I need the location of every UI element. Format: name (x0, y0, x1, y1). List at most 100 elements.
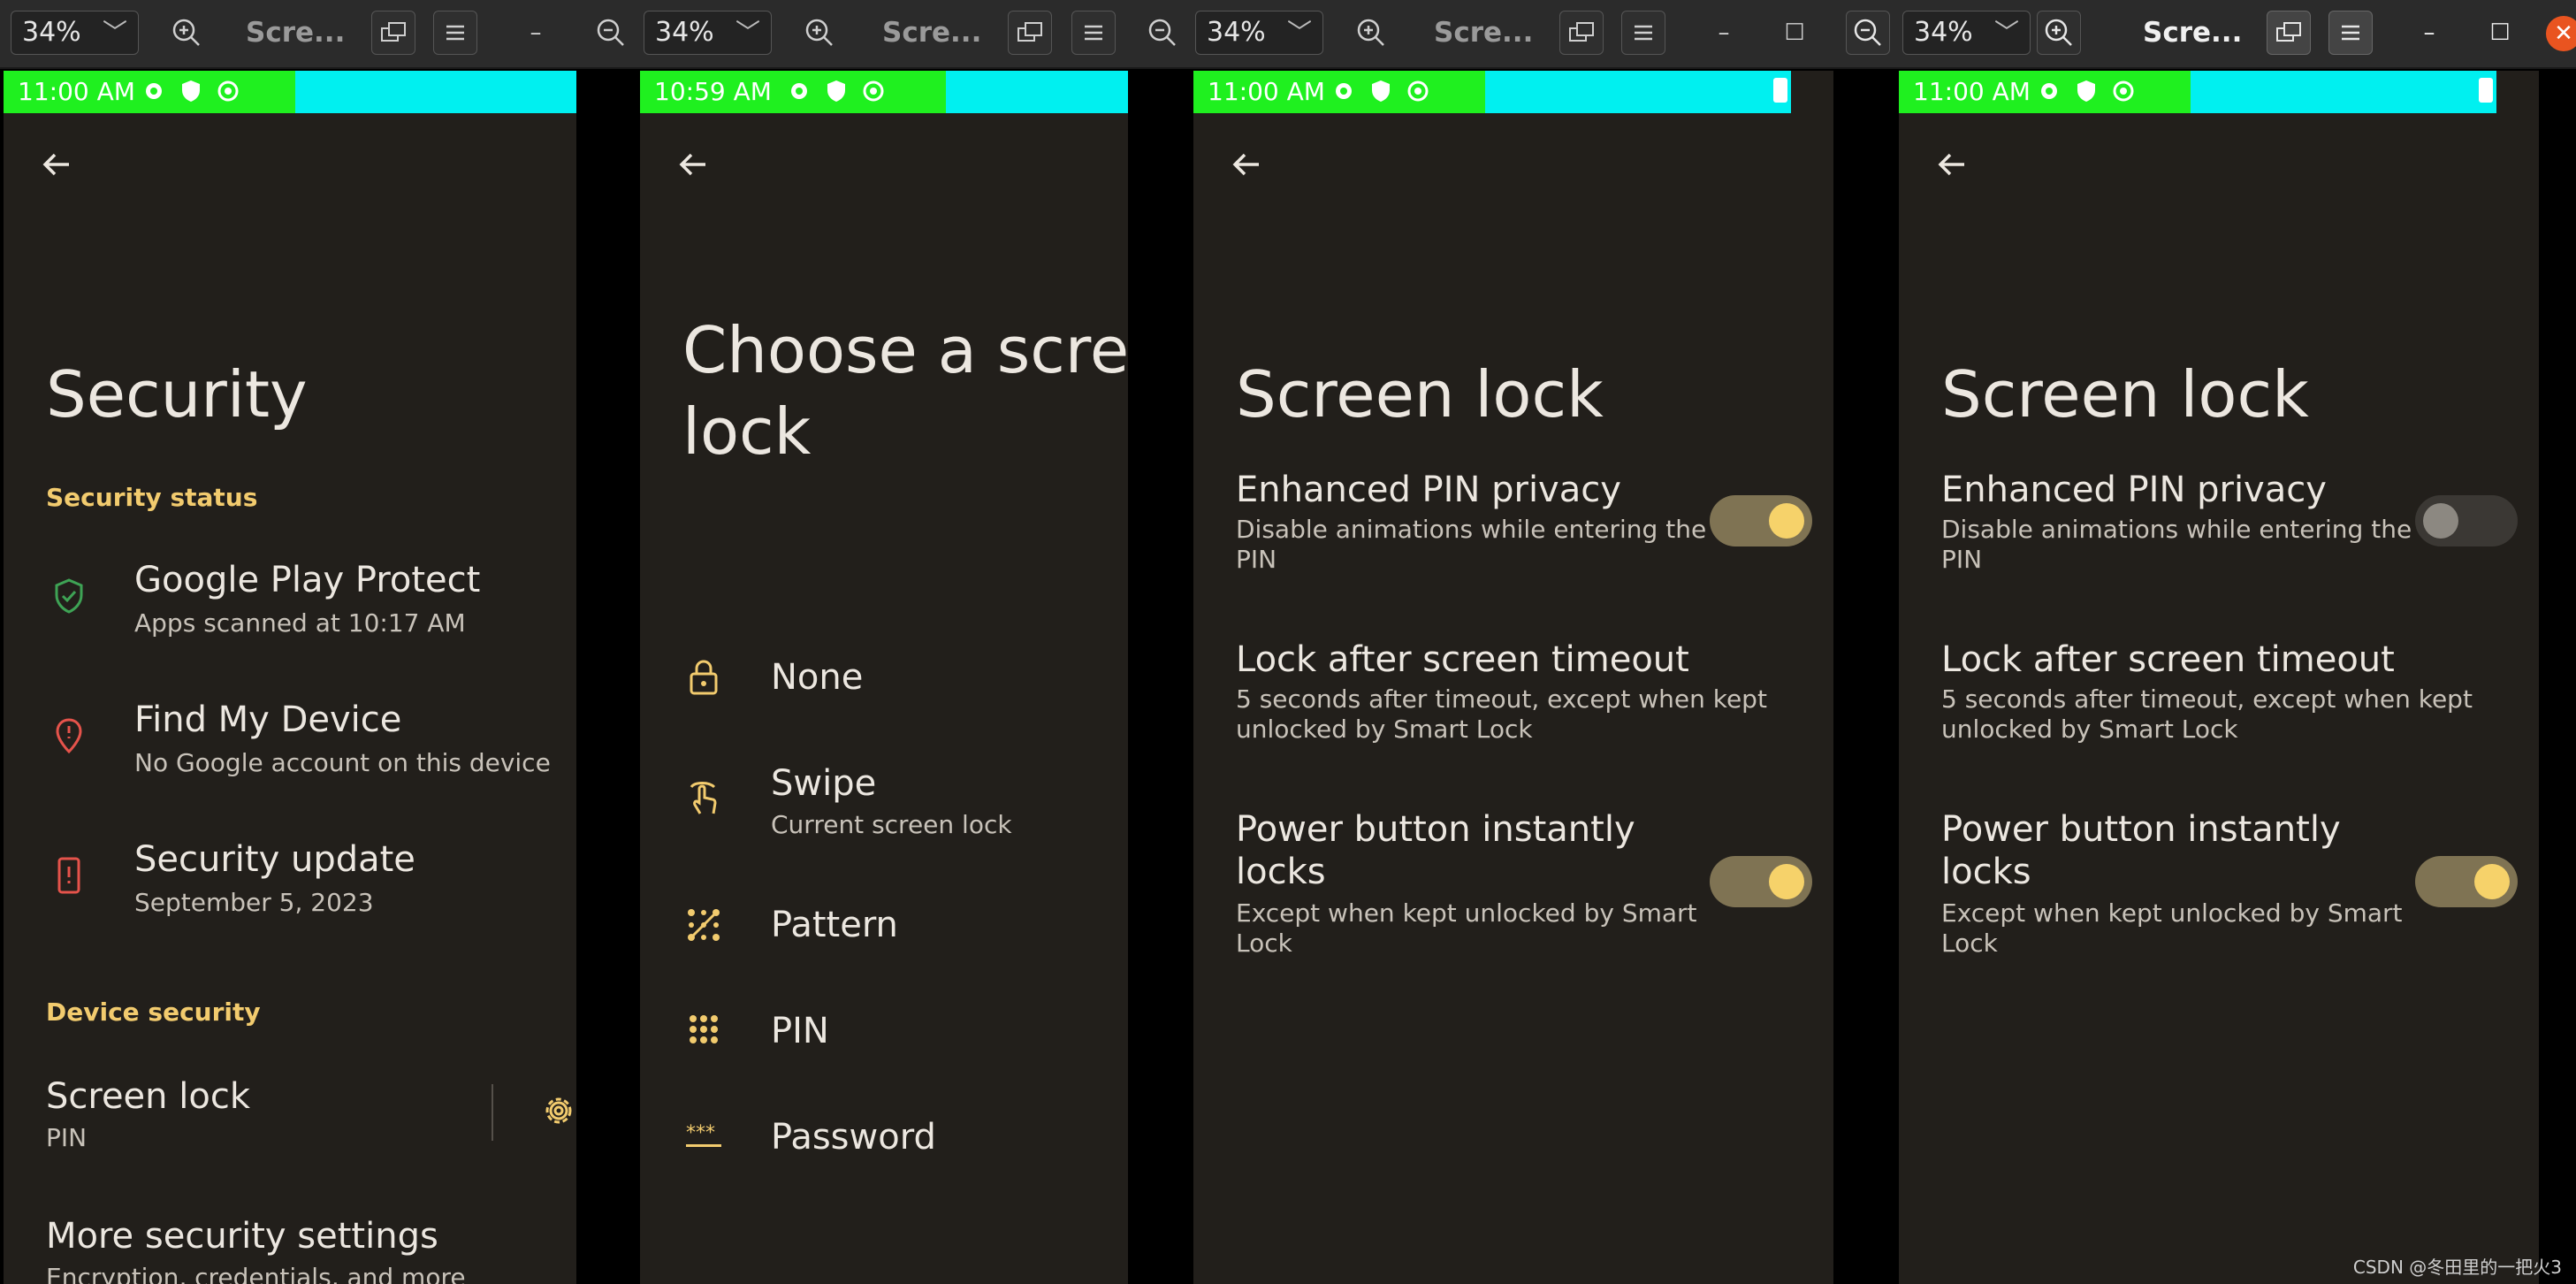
back-arrow-icon[interactable] (1229, 147, 1264, 182)
item-subtitle: PIN (46, 1123, 88, 1152)
hamburger-icon (446, 25, 464, 41)
window-title: Scre... (246, 17, 346, 49)
setting-title-line-1: Power button instantly (1236, 809, 1635, 850)
settings-status-icon (141, 79, 166, 103)
toggle-knob (2423, 503, 2458, 539)
toggle-knob (2474, 864, 2510, 899)
maximize-button[interactable]: ☐ (1777, 11, 1812, 55)
zoom-level-select[interactable]: 34% ﹀ (1902, 11, 2031, 55)
option-label: PIN (771, 1011, 829, 1051)
password-icon: *** (686, 1122, 721, 1147)
item-subtitle: Encryption, credentials, and more (46, 1263, 466, 1284)
restore-view-button[interactable] (1559, 11, 1604, 55)
section-header-device-security: Device security (46, 997, 261, 1027)
restore-view-button[interactable] (2267, 11, 2311, 55)
zoom-level-value: 34% (1914, 17, 1973, 48)
setting-subtitle-line-2: Lock (1236, 929, 1292, 958)
target-status-icon (861, 79, 886, 103)
maximize-button[interactable]: ☐ (2482, 11, 2518, 55)
setting-subtitle-line-1: Except when kept unlocked by Smart (1236, 898, 1697, 928)
setting-subtitle-line-2: Lock (1941, 929, 1998, 958)
minimize-button[interactable]: – (2412, 11, 2447, 55)
zoom-level-select[interactable]: 34% ﹀ (11, 11, 139, 55)
status-time: 11:00 AM (1208, 77, 1325, 106)
zoom-out-button[interactable] (1140, 11, 1185, 55)
zoom-level-value: 34% (655, 17, 714, 48)
settings-status-icon (787, 79, 812, 103)
item-title: Google Play Protect (134, 560, 481, 600)
item-title: Security update (134, 839, 415, 880)
shield-status-icon (824, 79, 849, 103)
setting-subtitle-line-2: unlocked by Smart Lock (1236, 715, 1533, 744)
zoom-in-button[interactable] (2037, 11, 2081, 55)
setting-title-line-1: Power button instantly (1941, 809, 2341, 850)
zoom-out-icon (597, 19, 624, 46)
enhanced-pin-privacy-toggle[interactable] (1710, 495, 1812, 546)
zoom-level-value: 34% (22, 17, 81, 48)
minimize-button[interactable]: – (1706, 11, 1741, 55)
vertical-divider (492, 1084, 493, 1141)
windows-icon (381, 22, 406, 42)
section-header-security-status: Security status (46, 483, 258, 512)
minimize-button[interactable]: – (518, 11, 553, 55)
zoom-in-button[interactable] (164, 11, 209, 55)
swipe-icon (690, 782, 717, 814)
zoom-in-button[interactable] (1349, 11, 1393, 55)
zoom-level-select[interactable]: 34% ﹀ (1195, 11, 1323, 55)
setting-subtitle-line-1: Except when kept unlocked by Smart (1941, 898, 2403, 928)
item-title: Find My Device (134, 699, 402, 740)
gear-icon[interactable] (539, 1091, 576, 1130)
location-alert-icon (56, 718, 82, 754)
windows-icon (2276, 22, 2301, 42)
restore-view-button[interactable] (371, 11, 415, 55)
back-arrow-icon[interactable] (675, 147, 711, 182)
page-title: Screen lock (1236, 357, 1604, 432)
viewer-window-3: 34% ﹀ Scre... – ☐ 11:00 AM Screen lock E… (1128, 0, 1833, 1284)
settings-status-icon (1331, 79, 1356, 103)
toggle-knob (1769, 503, 1804, 539)
setting-title: Lock after screen timeout (1236, 639, 1689, 680)
status-icons (141, 79, 240, 103)
page-title: Security (46, 357, 308, 432)
status-icons (2037, 79, 2136, 103)
setting-subtitle-line-2: unlocked by Smart Lock (1941, 715, 2238, 744)
zoom-out-button[interactable] (1846, 11, 1890, 55)
menu-button[interactable] (1621, 11, 1665, 55)
back-arrow-icon[interactable] (39, 147, 74, 182)
zoom-level-value: 34% (1207, 17, 1266, 48)
shield-status-icon (179, 79, 203, 103)
item-title: Screen lock (46, 1076, 250, 1117)
menu-button[interactable] (2328, 11, 2373, 55)
power-button-lock-toggle[interactable] (1710, 856, 1812, 907)
status-icons (787, 79, 886, 103)
target-status-icon (1406, 79, 1430, 103)
option-label: Swipe (771, 763, 877, 804)
window-title: Scre... (2143, 17, 2243, 49)
menu-button[interactable] (1071, 11, 1116, 55)
restore-view-button[interactable] (1008, 11, 1052, 55)
settings-status-icon (2037, 79, 2062, 103)
toggle-knob (1769, 864, 1804, 899)
hamburger-icon (2342, 25, 2359, 41)
chevron-down-icon: ﹀ (1286, 18, 1312, 47)
item-subtitle: Apps scanned at 10:17 AM (134, 608, 466, 638)
windows-icon (1017, 22, 1042, 42)
option-subtitle: Current screen lock (771, 810, 1012, 839)
power-button-lock-toggle[interactable] (2415, 856, 2518, 907)
window-title: Scre... (1434, 17, 1534, 49)
back-arrow-icon[interactable] (1934, 147, 1970, 182)
zoom-level-select[interactable]: 34% ﹀ (644, 11, 772, 55)
viewer-window-4: 34% ﹀ Scre... – ☐ ✕ 11:00 AM Screen lock (1833, 0, 2576, 1284)
item-subtitle: No Google account on this device (134, 748, 551, 777)
setting-subtitle-line-1: Disable animations while entering the (1236, 515, 1707, 544)
phone-screen-screen-lock-a: 11:00 AM Screen lock Enhanced PIN privac… (1193, 71, 1833, 1284)
close-button[interactable]: ✕ (2546, 16, 2576, 51)
viewer-window-1: 34% ﹀ Scre... – 11:00 AM Security Securi… (0, 0, 576, 1284)
zoom-out-button[interactable] (589, 11, 633, 55)
setting-title-line-2: locks (1941, 852, 2031, 892)
enhanced-pin-privacy-toggle[interactable] (2415, 495, 2518, 546)
menu-button[interactable] (433, 11, 477, 55)
zoom-in-button[interactable] (797, 11, 842, 55)
battery-icon (2479, 78, 2493, 103)
option-label: None (771, 657, 864, 698)
